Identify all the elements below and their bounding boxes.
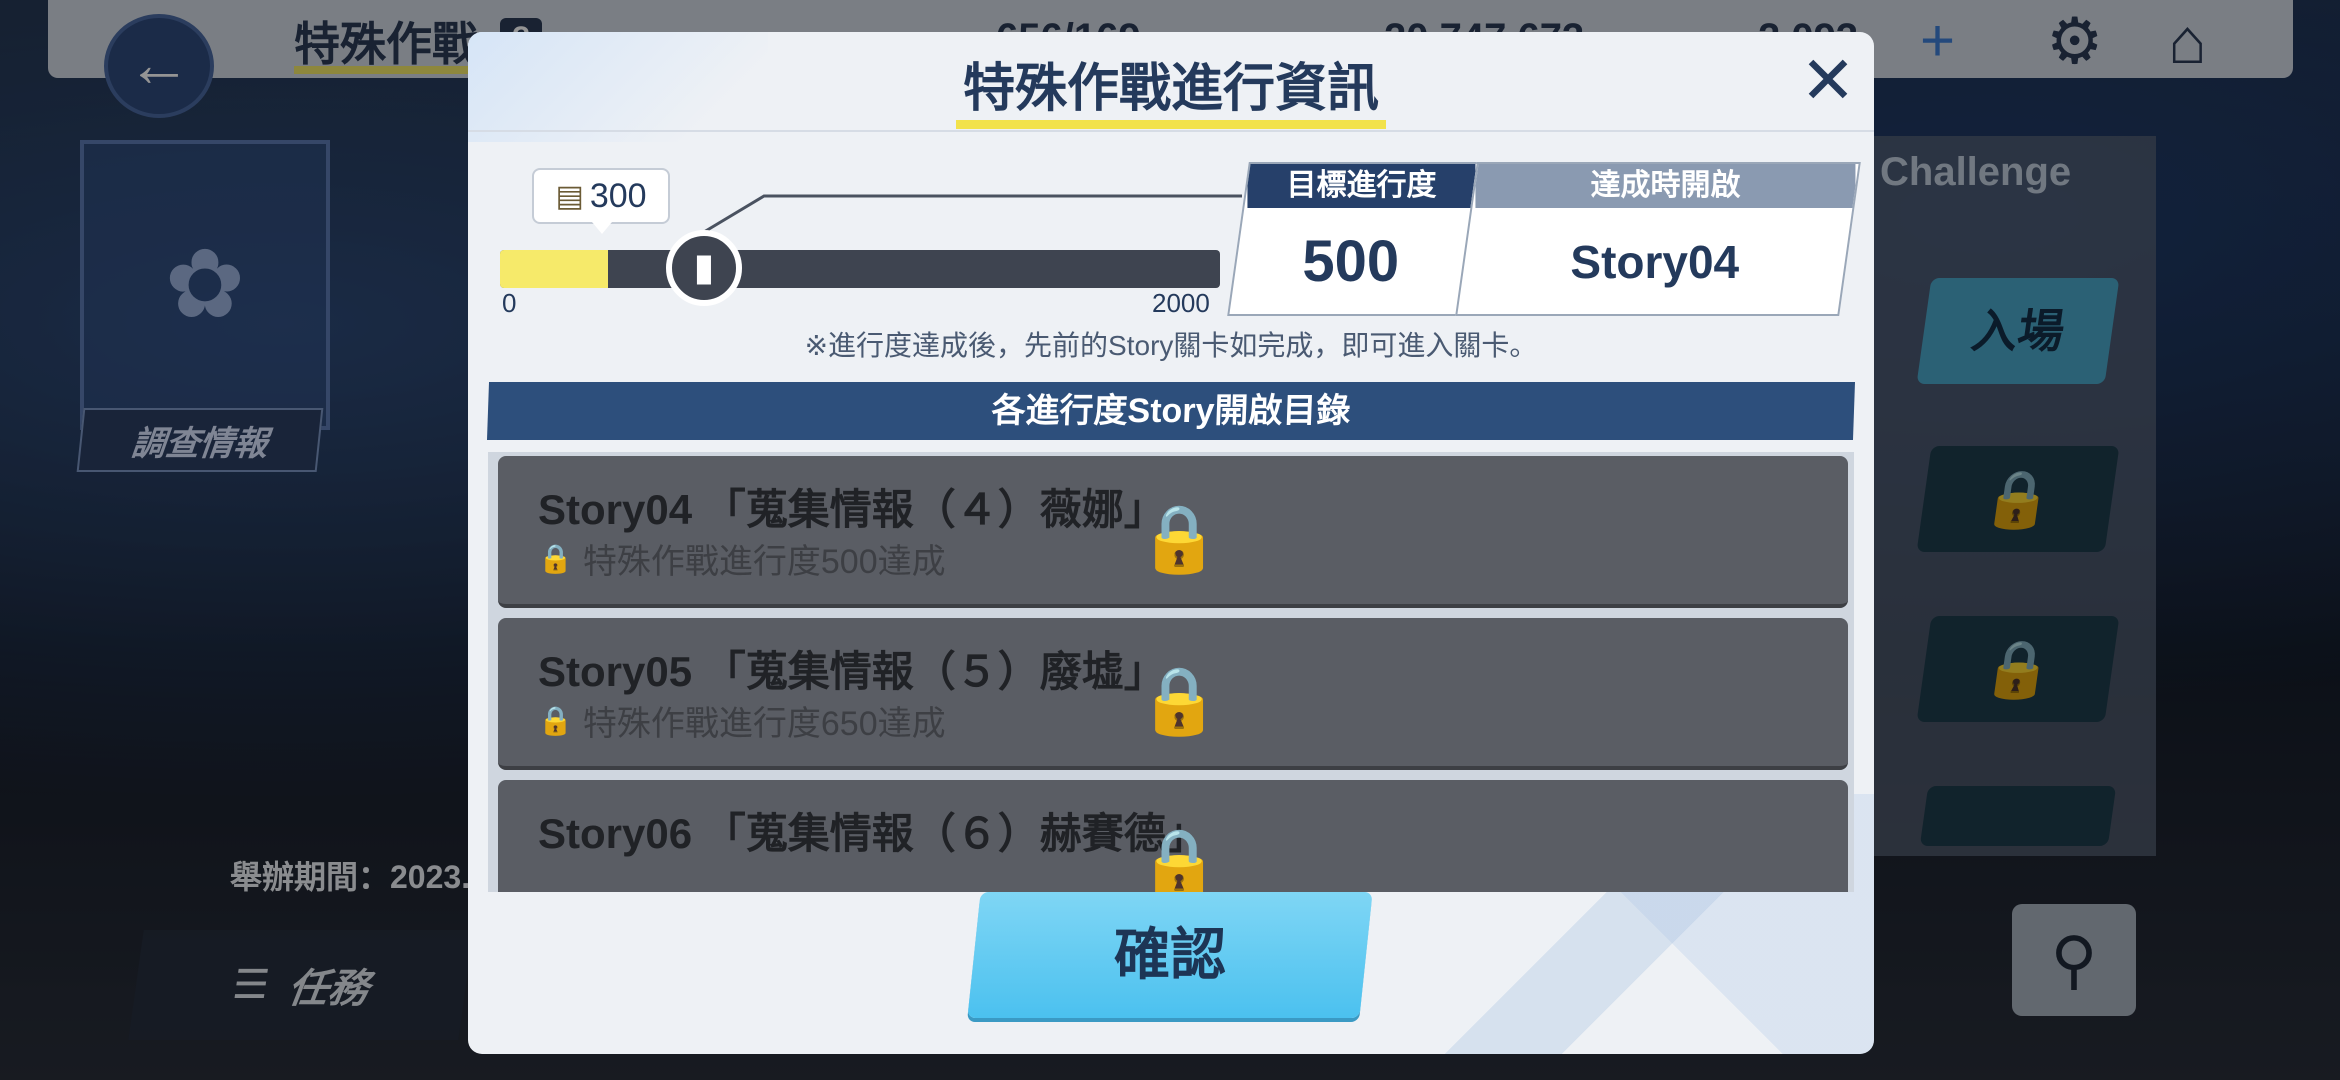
story-list-header: 各進行度Story開啟目錄 [486, 382, 1856, 440]
close-icon[interactable]: ✕ [1798, 47, 1858, 113]
list-item[interactable]: Story06 「蒐集情報（６）赫賽德」 🔒 [498, 780, 1848, 892]
story-title: Story06 「蒐集情報（６）赫賽德」 [538, 810, 1208, 857]
current-progress-value: 300 [589, 176, 647, 215]
book-icon: ▮ [666, 230, 742, 306]
lock-icon: 🔒 [1138, 501, 1221, 575]
unlock-header: 達成時開啟 [1475, 164, 1856, 208]
progress-note: ※進行度達成後，先前的Story關卡如完成，即可進入關卡。 [804, 330, 1538, 361]
story-list[interactable]: Story04 「蒐集情報（４）薇娜」 🔒 特殊作戰進行度500達成 🔒 Sto… [488, 452, 1854, 892]
story-title: Story05 「蒐集情報（５）廢墟」 [538, 648, 1166, 695]
dialog-title: 特殊作戰進行資訊 [962, 60, 1379, 118]
progress-info-dialog: 特殊作戰進行資訊 ✕ ▤ 300 ▮ 0 2000 目標進行度 500 達成時開… [468, 32, 1874, 1054]
target-progress-header: 目標進行度 [1247, 164, 1476, 208]
story-condition-text: 特殊作戰進行度650達成 [582, 705, 946, 743]
story-condition: 🔒 特殊作戰進行度650達成 [538, 696, 946, 745]
lock-icon: 🔒 [1138, 663, 1221, 737]
progress-fill [500, 250, 608, 288]
unlock-value: Story04 [1570, 236, 1740, 288]
progress-min-label: 0 [502, 288, 517, 318]
dialog-header: 特殊作戰進行資訊 ✕ [468, 32, 1874, 132]
lock-icon: 🔒 [538, 705, 573, 736]
list-item[interactable]: Story05 「蒐集情報（５）廢墟」 🔒 特殊作戰進行度650達成 🔒 [498, 618, 1848, 770]
story-title: Story04 「蒐集情報（４）薇娜」 [538, 486, 1166, 533]
target-progress-value: 500 [1302, 229, 1400, 294]
title-underline [956, 120, 1386, 129]
list-item[interactable]: Story04 「蒐集情報（４）薇娜」 🔒 特殊作戰進行度500達成 🔒 [498, 456, 1848, 608]
document-icon: ▤ [555, 179, 584, 213]
progress-bar [500, 250, 1220, 288]
confirm-button[interactable]: 確認 [967, 892, 1373, 1018]
story-condition: 🔒 特殊作戰進行度500達成 [538, 534, 946, 583]
confirm-label: 確認 [1114, 923, 1226, 986]
unlock-column: 達成時開啟 Story04 [1455, 162, 1861, 316]
story-condition-text: 特殊作戰進行度500達成 [582, 543, 946, 581]
target-progress-column: 目標進行度 500 [1227, 162, 1481, 316]
progress-max-label: 2000 [1152, 288, 1210, 318]
lock-icon: 🔒 [538, 543, 573, 574]
target-box: 目標進行度 500 達成時開啟 Story04 [1227, 162, 1861, 316]
lock-icon: 🔒 [1138, 825, 1221, 892]
current-progress-bubble: ▤ 300 [532, 168, 670, 234]
